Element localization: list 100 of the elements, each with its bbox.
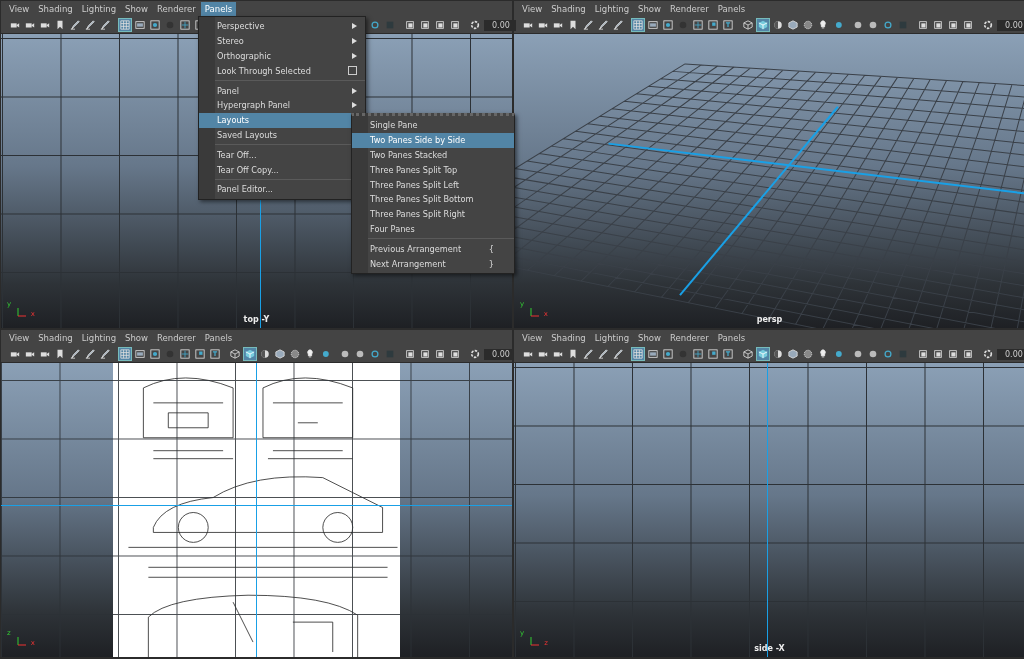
refresh-icon[interactable]: [469, 348, 481, 360]
menu-item[interactable]: Previous Arrangement {: [352, 241, 514, 257]
menu-item[interactable]: Next Arrangement }: [352, 256, 514, 271]
shaded-cube-icon[interactable]: [757, 19, 769, 31]
menu-item[interactable]: Shading: [34, 331, 77, 345]
ring-icon[interactable]: [369, 348, 381, 360]
crosshair-icon[interactable]: [692, 348, 704, 360]
picture-icon[interactable]: [707, 19, 719, 31]
menu-item[interactable]: Show: [121, 331, 152, 345]
sphere-icon[interactable]: [852, 19, 864, 31]
menu-item[interactable]: Three Panes Split Right: [352, 206, 514, 222]
film-icon[interactable]: [134, 348, 146, 360]
menu-item[interactable]: Two Panes Stacked: [352, 147, 514, 163]
value-field[interactable]: 0.00: [484, 19, 516, 31]
menu-item[interactable]: Three Panes Split Bottom: [352, 192, 514, 207]
brush-icon[interactable]: [612, 348, 624, 360]
menu-item[interactable]: Lighting: [590, 2, 634, 16]
text-icon[interactable]: [722, 19, 734, 31]
grid-icon[interactable]: [119, 348, 131, 360]
wire-cube-icon[interactable]: [274, 348, 286, 360]
half-sphere-icon[interactable]: [772, 348, 784, 360]
crosshair-icon[interactable]: [179, 348, 191, 360]
dot-icon[interactable]: [662, 348, 674, 360]
menu-item[interactable]: Hypergraph Panel: [199, 98, 365, 113]
menu-item[interactable]: Show: [121, 2, 152, 16]
grid-icon[interactable]: [632, 348, 644, 360]
menu-item[interactable]: Orthographic: [199, 48, 365, 64]
menu-item[interactable]: Stereo: [199, 33, 365, 49]
film-icon[interactable]: [647, 348, 659, 360]
menu-item[interactable]: Lighting: [77, 2, 121, 16]
crosshair-icon[interactable]: [179, 19, 191, 31]
crosshair-icon[interactable]: [692, 19, 704, 31]
text-icon[interactable]: [722, 348, 734, 360]
cube-icon[interactable]: [742, 348, 754, 360]
checker-sphere-icon[interactable]: [802, 19, 814, 31]
picture-icon[interactable]: [194, 348, 206, 360]
menu-item[interactable]: Renderer: [666, 2, 713, 16]
checker-sphere-icon[interactable]: [289, 348, 301, 360]
menu-item[interactable]: Show: [634, 331, 665, 345]
menu-item[interactable]: Renderer: [153, 2, 200, 16]
refresh-icon[interactable]: [982, 348, 994, 360]
sphere-icon[interactable]: [339, 348, 351, 360]
menu-item[interactable]: Renderer: [666, 331, 713, 345]
refresh-icon[interactable]: [982, 19, 994, 31]
cube-icon[interactable]: [229, 348, 241, 360]
refresh-icon[interactable]: [469, 19, 481, 31]
grid-icon[interactable]: [119, 19, 131, 31]
sphere-icon[interactable]: [852, 348, 864, 360]
value-field[interactable]: 0.00: [997, 19, 1024, 31]
menu-item[interactable]: Panel: [199, 83, 365, 98]
ring-icon[interactable]: [882, 19, 894, 31]
menu-item[interactable]: Show: [634, 2, 665, 16]
half-sphere-icon[interactable]: [772, 19, 784, 31]
brush-icon[interactable]: [69, 348, 81, 360]
menu-item[interactable]: Shading: [547, 2, 590, 16]
brush-icon[interactable]: [69, 19, 81, 31]
menu-item[interactable]: Panels: [713, 331, 750, 345]
dot-icon[interactable]: [662, 19, 674, 31]
menu-item[interactable]: View: [5, 2, 34, 16]
half-sphere-icon[interactable]: [259, 348, 271, 360]
menu-item[interactable]: View: [518, 331, 547, 345]
menu-item[interactable]: View: [518, 2, 547, 16]
menu-item[interactable]: Shading: [34, 2, 77, 16]
ring-icon[interactable]: [882, 348, 894, 360]
brush-icon[interactable]: [99, 19, 111, 31]
cube-icon[interactable]: [742, 19, 754, 31]
menu-item[interactable]: Panels: [200, 2, 237, 16]
grid-icon[interactable]: [632, 19, 644, 31]
brush-icon[interactable]: [582, 348, 594, 360]
menu-item[interactable]: Lighting: [590, 331, 634, 345]
menu-item[interactable]: Perspective: [199, 19, 365, 34]
sphere-icon[interactable]: [867, 19, 879, 31]
dot-icon[interactable]: [149, 348, 161, 360]
checkbox[interactable]: [348, 66, 357, 76]
menu-item[interactable]: Shading: [547, 331, 590, 345]
checker-sphere-icon[interactable]: [802, 348, 814, 360]
ring-icon[interactable]: [369, 19, 381, 31]
menu-item[interactable]: Panels: [200, 331, 237, 345]
sphere-icon[interactable]: [867, 348, 879, 360]
wire-cube-icon[interactable]: [787, 348, 799, 360]
shaded-cube-icon[interactable]: [244, 348, 256, 360]
value-field[interactable]: 0.00: [997, 348, 1024, 360]
film-icon[interactable]: [647, 19, 659, 31]
dot-icon[interactable]: [149, 19, 161, 31]
picture-icon[interactable]: [707, 348, 719, 360]
menu-item[interactable]: Renderer: [153, 331, 200, 345]
sphere-icon[interactable]: [354, 348, 366, 360]
wire-cube-icon[interactable]: [787, 19, 799, 31]
menu-item[interactable]: Panels: [713, 2, 750, 16]
menu-item[interactable]: Four Panes: [352, 221, 514, 237]
shaded-cube-icon[interactable]: [757, 348, 769, 360]
menu-item[interactable]: Look Through Selected: [199, 63, 365, 79]
menu-item[interactable]: Lighting: [77, 331, 121, 345]
brush-icon[interactable]: [582, 19, 594, 31]
film-icon[interactable]: [134, 19, 146, 31]
menu-item[interactable]: Three Panes Split Top: [352, 162, 514, 178]
menu-item[interactable]: View: [5, 331, 34, 345]
light-bulb-icon[interactable]: [817, 19, 829, 31]
menu-item[interactable]: Two Panes Side by Side: [352, 132, 514, 148]
light-bulb-icon[interactable]: [817, 348, 829, 360]
